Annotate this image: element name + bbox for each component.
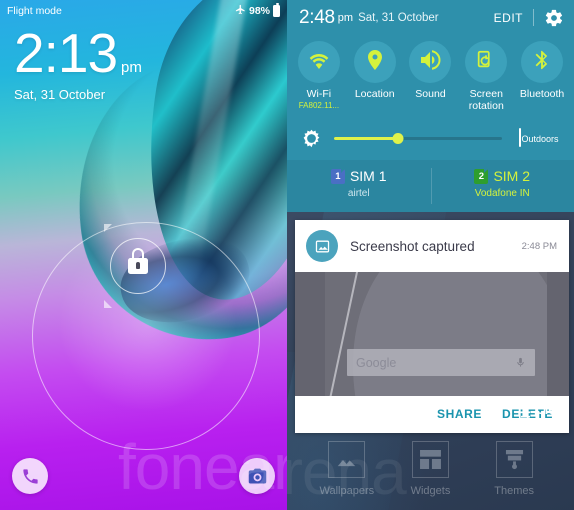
share-button[interactable]: SHARE (437, 407, 482, 421)
clear-all-button[interactable]: Clear (514, 403, 567, 418)
home-shortcut-widgets[interactable]: Widgets (397, 441, 463, 497)
lock-clock-time: 2:13 (14, 22, 118, 84)
brightness-row: Outdoors (287, 116, 574, 160)
clear-all-label: Clear (535, 403, 567, 418)
preview-right-column (547, 272, 569, 397)
quick-settings-header: 2:48 pm Sat, 31 October EDIT (287, 0, 574, 35)
sim-1-item[interactable]: 1 SIM 1 airtel (287, 160, 431, 212)
notification-card[interactable]: Screenshot captured 2:48 PM Google SHARE… (295, 220, 569, 434)
sim-2-item[interactable]: 2 SIM 2 Vodafone IN (430, 160, 574, 212)
toggle-location-label: Location (354, 88, 395, 100)
home-shortcut-wallpapers[interactable]: Wallpapers (314, 441, 380, 497)
sim-1-badge: 1 (330, 168, 345, 184)
sim-1-carrier: airtel (347, 188, 370, 200)
header-divider (533, 9, 534, 26)
sim-1-title: SIM 1 (349, 168, 387, 185)
quick-toggles-row: Wi-Fi FA802.11... Location Sound Screen … (287, 35, 574, 116)
outdoors-label: Outdoors (521, 134, 559, 145)
qs-clock-date: Sat, 31 October (358, 11, 439, 24)
wallpaper-icon (328, 441, 366, 479)
notification-area: arena Screenshot captured 2:48 PM Google (287, 212, 574, 510)
sim-2-carrier: Vodafone IN (474, 188, 530, 200)
gear-icon[interactable] (544, 8, 564, 28)
home-shortcuts-row: Wallpapers Widgets Themes (287, 441, 574, 497)
lock-clock: 2:13 pm Sat, 31 October (14, 22, 142, 103)
home-shortcut-wallpapers-label: Wallpapers (319, 485, 375, 498)
toggle-bluetooth[interactable]: Bluetooth (514, 41, 570, 112)
sound-icon (418, 48, 442, 77)
sim-2-title: SIM 2 (493, 168, 531, 185)
toggle-location[interactable]: Location (347, 41, 403, 112)
toggle-wifi-circle[interactable] (297, 41, 340, 83)
phone-shortcut-button[interactable] (12, 458, 48, 494)
lock-clock-date: Sat, 31 October (14, 87, 106, 103)
lock-icon[interactable] (128, 248, 148, 274)
brightness-knob[interactable] (392, 132, 404, 144)
toggle-screen-rotation-circle[interactable] (465, 41, 508, 83)
screen-rotation-icon (475, 49, 497, 76)
microphone-icon (515, 355, 526, 370)
toggle-sound-circle[interactable] (409, 41, 452, 83)
toggle-location-circle[interactable] (353, 41, 396, 83)
battery-percent-label: 98% (248, 4, 270, 17)
toggle-screen-rotation-label: Screen rotation (468, 88, 504, 113)
image-icon (306, 230, 338, 263)
outdoors-toggle[interactable]: Outdoors (516, 128, 562, 148)
flight-mode-label: Flight mode (7, 4, 62, 17)
camera-shortcut-button[interactable] (239, 458, 275, 494)
toggle-bluetooth-circle[interactable] (521, 41, 564, 83)
lock-screen-panel: Flight mode 98% 2:13pm Sat, 31 October (0, 0, 287, 510)
status-bar-icons: 98% (235, 2, 280, 18)
brightness-fill (334, 137, 398, 140)
quick-settings-panel: 2:48 pm Sat, 31 October EDIT Wi-Fi FA802… (287, 0, 574, 510)
toggle-wifi-network: FA802.11... (298, 101, 340, 111)
home-shortcut-themes[interactable]: Themes (481, 441, 547, 497)
battery-icon (273, 2, 280, 17)
brightness-slider[interactable] (334, 129, 502, 147)
lock-clock-ampm: pm (121, 59, 142, 77)
camera-icon (247, 466, 268, 487)
edit-button[interactable]: EDIT (494, 11, 523, 25)
toggle-bluetooth-label: Bluetooth (519, 88, 565, 100)
notification-time: 2:48 PM (521, 240, 557, 252)
toggle-screen-rotation[interactable]: Screen rotation (458, 41, 514, 112)
preview-left-column (295, 272, 325, 397)
home-shortcut-themes-label: Themes (494, 485, 535, 498)
preview-shade (325, 272, 569, 397)
preview-google-search-bar: Google (347, 349, 535, 377)
qs-clock-ampm: pm (337, 11, 354, 24)
notification-header[interactable]: Screenshot captured 2:48 PM (295, 220, 569, 273)
clear-all-icon (514, 405, 530, 418)
brightness-icon (301, 128, 322, 149)
sim-2-badge: 2 (474, 168, 489, 184)
notification-title: Screenshot captured (350, 238, 475, 254)
preview-search-placeholder: Google (356, 355, 397, 370)
qs-clock-time: 2:48 (299, 6, 335, 28)
bluetooth-icon (531, 49, 553, 76)
toggle-sound[interactable]: Sound (403, 41, 459, 112)
toggle-wifi[interactable]: Wi-Fi FA802.11... (291, 41, 347, 112)
screenshot-root: Flight mode 98% 2:13pm Sat, 31 October (0, 0, 574, 510)
toggle-sound-label: Sound (415, 88, 446, 100)
wifi-icon (307, 48, 331, 77)
phone-icon (21, 467, 40, 486)
screenshot-preview[interactable]: Google (295, 272, 569, 397)
lock-status-bar: Flight mode 98% (0, 0, 287, 21)
home-shortcut-widgets-label: Widgets (410, 485, 451, 498)
toggle-wifi-label: Wi-Fi (306, 88, 332, 100)
sim-selector-row: 1 SIM 1 airtel 2 SIM 2 Vodafone IN (287, 160, 574, 213)
themes-brush-icon (495, 441, 533, 479)
airplane-icon (235, 4, 246, 18)
widgets-icon (411, 441, 449, 479)
location-pin-icon (363, 48, 387, 77)
